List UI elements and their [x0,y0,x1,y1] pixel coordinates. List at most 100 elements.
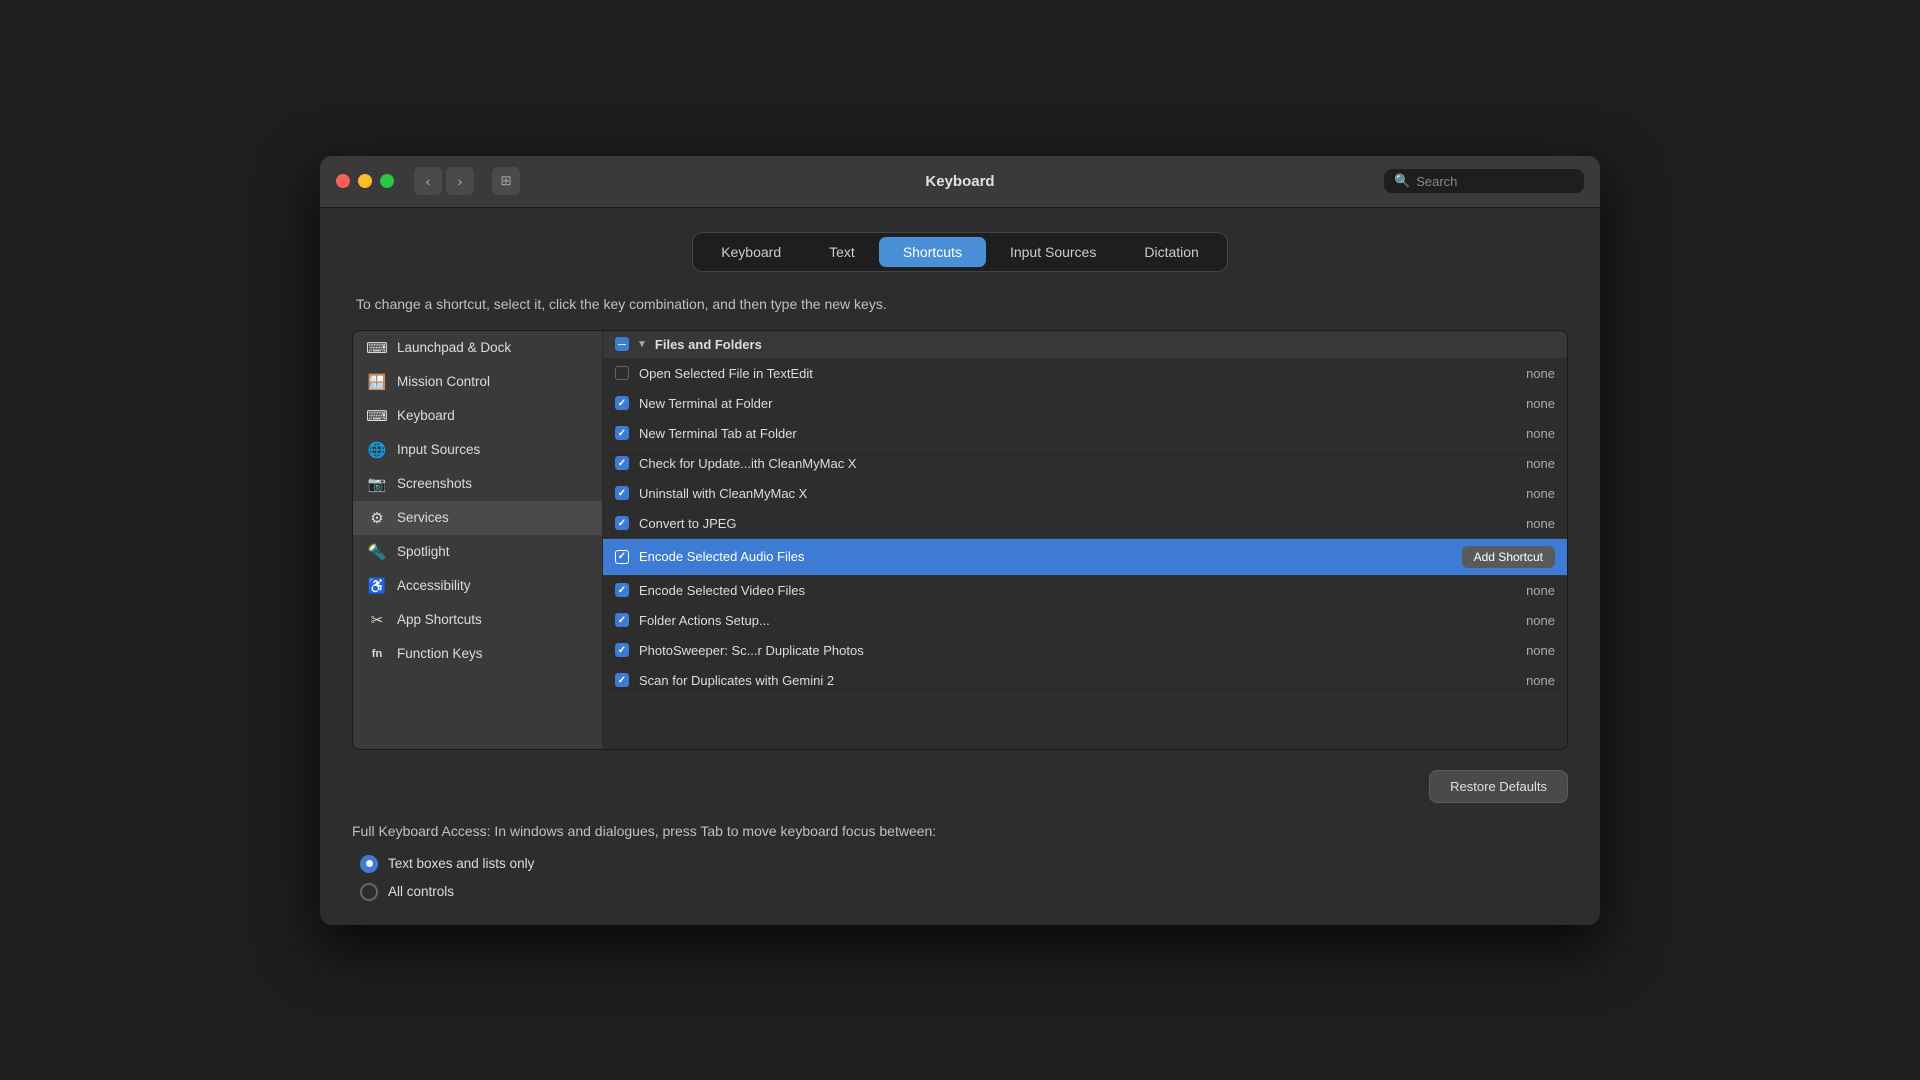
checkbox-open-selected[interactable] [615,366,629,380]
key-new-terminal: none [1526,396,1555,411]
sidebar: ⌨ Launchpad & Dock 🪟 Mission Control ⌨ K… [353,331,603,749]
right-panel: ▼ Files and Folders Open Selected File i… [603,331,1567,749]
shortcut-row-new-terminal-tab[interactable]: New Terminal Tab at Folder none [603,419,1567,449]
checkbox-new-terminal-tab[interactable] [615,426,629,440]
maximize-button[interactable] [380,174,394,188]
back-button[interactable]: ‹ [414,167,442,195]
checkbox-check-update[interactable] [615,456,629,470]
radio-all-controls-indicator [360,883,378,901]
tab-bar: Keyboard Text Shortcuts Input Sources Di… [692,232,1228,272]
keyboard-icon: ⌨ [367,406,387,426]
shortcut-row-folder-actions[interactable]: Folder Actions Setup... none [603,606,1567,636]
shortcut-row-encode-audio[interactable]: Encode Selected Audio Files Add Shortcut [603,539,1567,576]
radio-group-keyboard-access: Text boxes and lists only All controls [352,855,1568,901]
key-encode-video: none [1526,583,1555,598]
checkbox-encode-audio[interactable] [615,550,629,564]
label-new-terminal-tab: New Terminal Tab at Folder [639,426,1516,441]
sidebar-item-launchpad[interactable]: ⌨ Launchpad & Dock [353,331,602,365]
checkbox-new-terminal[interactable] [615,396,629,410]
label-new-terminal: New Terminal at Folder [639,396,1516,411]
radio-all-controls-label: All controls [388,884,454,899]
radio-text-boxes-label: Text boxes and lists only [388,856,534,871]
sidebar-label-accessibility: Accessibility [397,578,471,593]
input-sources-icon: 🌐 [367,440,387,460]
sidebar-label-mission-control: Mission Control [397,374,490,389]
checkbox-uninstall[interactable] [615,486,629,500]
restore-defaults-button[interactable]: Restore Defaults [1429,770,1568,803]
checkbox-convert-jpeg[interactable] [615,516,629,530]
key-uninstall: none [1526,486,1555,501]
grid-button[interactable]: ⊞ [492,167,520,195]
sidebar-item-accessibility[interactable]: ♿ Accessibility [353,569,602,603]
key-new-terminal-tab: none [1526,426,1555,441]
shortcut-row-photosweeper[interactable]: PhotoSweeper: Sc...r Duplicate Photos no… [603,636,1567,666]
sidebar-item-function-keys[interactable]: fn Function Keys [353,637,602,671]
label-folder-actions: Folder Actions Setup... [639,613,1516,628]
sidebar-item-services[interactable]: ⚙ Services [353,501,602,535]
sidebar-item-mission-control[interactable]: 🪟 Mission Control [353,365,602,399]
shortcut-row-scan-duplicates[interactable]: Scan for Duplicates with Gemini 2 none [603,666,1567,696]
close-button[interactable] [336,174,350,188]
mission-control-icon: 🪟 [367,372,387,392]
window-title: Keyboard [925,173,994,190]
bottom-section: Restore Defaults Full Keyboard Access: I… [352,770,1568,901]
shortcut-row-new-terminal[interactable]: New Terminal at Folder none [603,389,1567,419]
checkbox-encode-video[interactable] [615,583,629,597]
main-panel: ⌨ Launchpad & Dock 🪟 Mission Control ⌨ K… [352,330,1568,750]
tab-input-sources[interactable]: Input Sources [986,237,1120,267]
group-header-files-folders[interactable]: ▼ Files and Folders [603,331,1567,359]
label-check-update: Check for Update...ith CleanMyMac X [639,456,1516,471]
radio-text-boxes[interactable]: Text boxes and lists only [360,855,1568,873]
shortcut-row-convert-jpeg[interactable]: Convert to JPEG none [603,509,1567,539]
sidebar-item-input-sources[interactable]: 🌐 Input Sources [353,433,602,467]
sidebar-item-screenshots[interactable]: 📷 Screenshots [353,467,602,501]
label-convert-jpeg: Convert to JPEG [639,516,1516,531]
spotlight-icon: 🔦 [367,542,387,562]
sidebar-label-app-shortcuts: App Shortcuts [397,612,482,627]
sidebar-label-function-keys: Function Keys [397,646,483,661]
checkbox-folder-actions[interactable] [615,613,629,627]
group-checkbox[interactable] [615,337,629,351]
tab-keyboard[interactable]: Keyboard [697,237,805,267]
sidebar-item-keyboard[interactable]: ⌨ Keyboard [353,399,602,433]
shortcut-row-uninstall[interactable]: Uninstall with CleanMyMac X none [603,479,1567,509]
content-area: Keyboard Text Shortcuts Input Sources Di… [320,208,1600,925]
shortcut-row-encode-video[interactable]: Encode Selected Video Files none [603,576,1567,606]
add-shortcut-button[interactable]: Add Shortcut [1462,546,1555,568]
key-check-update: none [1526,456,1555,471]
key-open-selected: none [1526,366,1555,381]
tab-shortcuts[interactable]: Shortcuts [879,237,986,267]
key-folder-actions: none [1526,613,1555,628]
keyboard-access-label: Full Keyboard Access: In windows and dia… [352,823,1568,839]
key-convert-jpeg: none [1526,516,1555,531]
shortcut-row-check-update[interactable]: Check for Update...ith CleanMyMac X none [603,449,1567,479]
forward-button[interactable]: › [446,167,474,195]
checkbox-photosweeper[interactable] [615,643,629,657]
app-shortcuts-icon: ✂ [367,610,387,630]
accessibility-icon: ♿ [367,576,387,596]
traffic-lights [336,174,394,188]
sidebar-item-spotlight[interactable]: 🔦 Spotlight [353,535,602,569]
radio-text-boxes-indicator [360,855,378,873]
sidebar-label-keyboard: Keyboard [397,408,455,423]
shortcut-row-open-selected[interactable]: Open Selected File in TextEdit none [603,359,1567,389]
sidebar-label-launchpad: Launchpad & Dock [397,340,511,355]
launchpad-icon: ⌨ [367,338,387,358]
group-toggle-icon: ▼ [637,339,647,350]
key-photosweeper: none [1526,643,1555,658]
search-bar: 🔍 [1384,169,1584,193]
tab-dictation[interactable]: Dictation [1120,237,1222,267]
sidebar-item-app-shortcuts[interactable]: ✂ App Shortcuts [353,603,602,637]
screenshots-icon: 📷 [367,474,387,494]
checkbox-scan-duplicates[interactable] [615,673,629,687]
label-encode-audio: Encode Selected Audio Files [639,549,1452,564]
label-open-selected: Open Selected File in TextEdit [639,366,1516,381]
minimize-button[interactable] [358,174,372,188]
radio-all-controls[interactable]: All controls [360,883,1568,901]
nav-buttons: ‹ › [414,167,474,195]
label-encode-video: Encode Selected Video Files [639,583,1516,598]
tab-text[interactable]: Text [805,237,879,267]
sidebar-label-spotlight: Spotlight [397,544,450,559]
search-input[interactable] [1416,174,1574,189]
instruction-text: To change a shortcut, select it, click t… [352,296,1568,312]
